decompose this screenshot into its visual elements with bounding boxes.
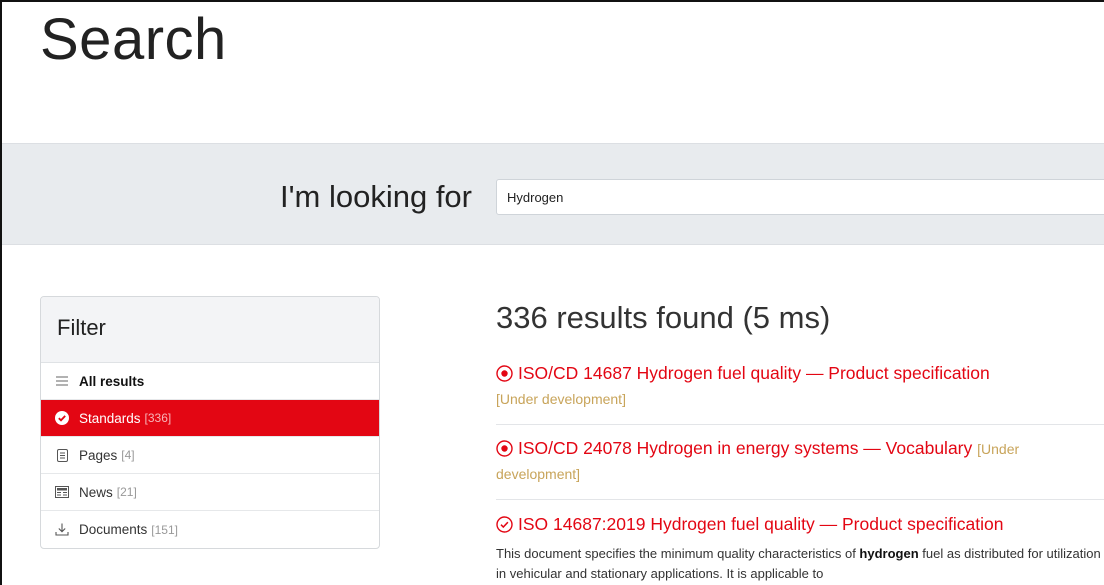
filter-item-count: [21]: [116, 485, 137, 499]
result-divider: [496, 424, 1104, 425]
result-title[interactable]: ISO 14687:2019 Hydrogen fuel quality — P…: [518, 514, 1003, 534]
filter-panel: Filter All results Standards [336] Pages…: [40, 296, 380, 549]
search-input[interactable]: [496, 179, 1104, 215]
filter-item-count: [151]: [151, 522, 178, 537]
download-icon: [55, 523, 69, 537]
result-desc-text: This document specifies the minimum qual…: [496, 546, 860, 561]
news-icon: [55, 485, 69, 499]
result-title[interactable]: ISO/CD 24078 Hydrogen in energy systems …: [518, 438, 972, 458]
check-circle-outline-icon: [496, 516, 513, 538]
results-summary: 336 results found (5 ms): [496, 300, 831, 335]
filter-item-pages[interactable]: Pages [4]: [41, 437, 379, 474]
filter-item-documents[interactable]: Documents [151]: [41, 511, 379, 548]
result-item[interactable]: ISO/CD 14687 Hydrogen fuel quality — Pro…: [496, 362, 1104, 410]
result-title[interactable]: ISO/CD 14687 Hydrogen fuel quality — Pro…: [518, 363, 990, 383]
filter-item-label: Standards: [79, 410, 141, 426]
result-divider: [496, 499, 1104, 500]
result-title-line[interactable]: ISO 14687:2019 Hydrogen fuel quality — P…: [496, 513, 1104, 538]
filter-item-count: [4]: [121, 448, 135, 462]
result-description: This document specifies the minimum qual…: [496, 544, 1104, 584]
filter-item-all-results[interactable]: All results: [41, 363, 379, 400]
list-icon: [55, 374, 69, 388]
filter-heading: Filter: [41, 297, 379, 363]
filter-item-label: Pages: [79, 447, 118, 463]
filter-item-label: Documents: [79, 522, 148, 537]
radio-dot-icon: [496, 440, 513, 462]
filter-item-standards[interactable]: Standards [336]: [41, 400, 379, 437]
result-title-line[interactable]: ISO/CD 14687 Hydrogen fuel quality — Pro…: [496, 362, 1104, 410]
page-icon: [55, 448, 69, 462]
page-title: Search: [40, 7, 227, 72]
result-status: [Under development]: [496, 391, 626, 407]
result-desc-highlight: hydrogen: [859, 546, 919, 561]
filter-item-label: News: [79, 484, 113, 500]
result-item[interactable]: ISO/CD 24078 Hydrogen in energy systems …: [496, 437, 1104, 485]
check-circle-icon: [55, 411, 69, 425]
search-label: I'm looking for: [280, 179, 472, 214]
filter-item-label: All results: [79, 373, 145, 389]
result-item[interactable]: ISO 14687:2019 Hydrogen fuel quality — P…: [496, 513, 1104, 584]
radio-dot-icon: [496, 365, 513, 387]
result-title-line[interactable]: ISO/CD 24078 Hydrogen in energy systems …: [496, 437, 1104, 485]
search-band: I'm looking for: [2, 143, 1104, 245]
filter-item-news[interactable]: News [21]: [41, 474, 379, 511]
filter-item-count: [336]: [144, 411, 172, 425]
